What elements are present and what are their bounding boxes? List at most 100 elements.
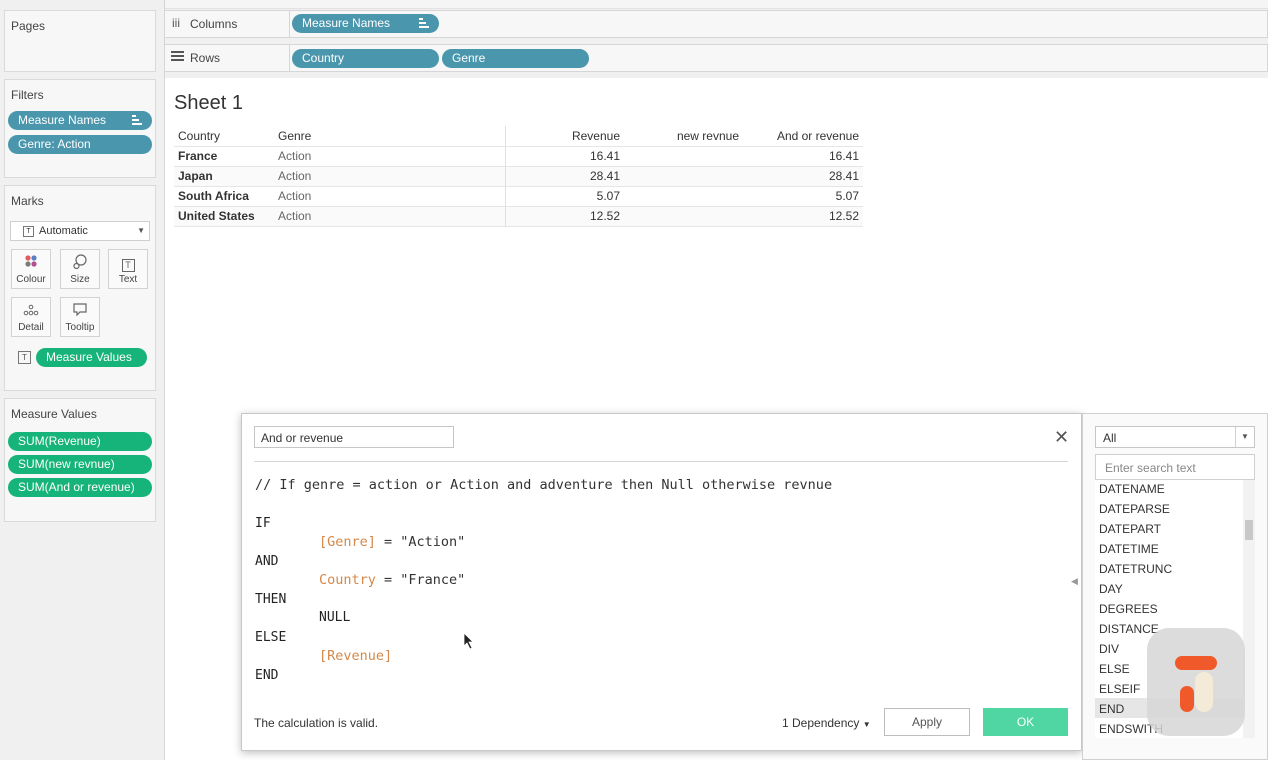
scrollbar-thumb[interactable] bbox=[1245, 520, 1253, 540]
function-item[interactable]: ELSEIF bbox=[1099, 682, 1140, 696]
cell-and-or-revenue[interactable]: 12.52 bbox=[743, 205, 863, 227]
filters-title: Filters bbox=[11, 88, 44, 102]
field-genre: [Genre] bbox=[319, 534, 376, 550]
header-and-or-revenue[interactable]: And or revenue bbox=[743, 126, 863, 146]
null-value: NULL bbox=[319, 610, 351, 625]
cell-country[interactable]: United States bbox=[174, 205, 274, 227]
cell-genre[interactable]: Action bbox=[274, 185, 505, 206]
rows-pill-label: Genre bbox=[452, 51, 486, 65]
size-button[interactable]: Size bbox=[60, 249, 100, 289]
rows-pill-genre[interactable]: Genre bbox=[442, 49, 589, 68]
marks-measure-values-pill[interactable]: Measure Values bbox=[36, 348, 147, 367]
function-search-input[interactable]: Enter search text bbox=[1095, 454, 1255, 480]
left-panel: Pages Filters Measure Names Genre: Actio… bbox=[0, 0, 165, 760]
collapse-arrow-icon[interactable]: ◀ bbox=[1071, 576, 1078, 587]
cell-revenue[interactable]: 12.52 bbox=[504, 205, 624, 227]
function-category-select[interactable]: All ▼ bbox=[1095, 426, 1255, 448]
function-item[interactable]: DATEPARSE bbox=[1099, 502, 1170, 516]
cell-country[interactable]: South Africa bbox=[174, 185, 274, 206]
marks-card: Marks T Automatic ▼ Colour Size T Text D… bbox=[4, 185, 156, 391]
function-item[interactable]: DATENAME bbox=[1099, 482, 1165, 496]
chevron-down-icon: ▼ bbox=[1235, 427, 1254, 447]
close-icon[interactable]: ✕ bbox=[1054, 428, 1069, 446]
tooltip-button[interactable]: Tooltip bbox=[60, 297, 100, 337]
ok-button[interactable]: OK bbox=[983, 708, 1068, 736]
rows-icon bbox=[171, 51, 184, 61]
keyword-then: THEN bbox=[255, 592, 287, 607]
function-item[interactable]: DATEPART bbox=[1099, 522, 1161, 536]
cell-genre[interactable]: Action bbox=[274, 145, 505, 166]
measure-pill-new-revnue[interactable]: SUM(new revnue) bbox=[8, 455, 152, 474]
function-item-end[interactable]: END bbox=[1099, 702, 1124, 716]
rows-label: Rows bbox=[190, 51, 221, 65]
cell-genre[interactable]: Action bbox=[274, 205, 505, 227]
calculation-name-input[interactable]: And or revenue bbox=[254, 426, 454, 448]
validation-status: The calculation is valid. bbox=[254, 716, 379, 730]
cell-revenue[interactable]: 5.07 bbox=[504, 185, 624, 206]
header-genre[interactable]: Genre bbox=[274, 126, 505, 146]
header-new-revnue[interactable]: new revnue bbox=[624, 126, 743, 146]
measure-pill-and-or-revenue[interactable]: SUM(And or revenue) bbox=[8, 478, 152, 497]
function-item[interactable]: DAY bbox=[1099, 582, 1123, 596]
header-country[interactable]: Country bbox=[174, 126, 274, 146]
formula-line-country: Country = "France" bbox=[319, 572, 465, 588]
top-tab-strip bbox=[0, 0, 1268, 9]
detail-icon bbox=[12, 302, 50, 322]
function-item[interactable]: DATETRUNC bbox=[1099, 562, 1172, 576]
keyword-and: AND bbox=[255, 554, 279, 569]
cell-country[interactable]: Japan bbox=[174, 165, 274, 186]
text-icon: T bbox=[109, 254, 147, 274]
colour-button[interactable]: Colour bbox=[11, 249, 51, 289]
formula-comment: // If genre = action or Action and adven… bbox=[255, 477, 833, 493]
cell-country[interactable]: France bbox=[174, 145, 274, 166]
cell-new-revnue[interactable] bbox=[624, 185, 743, 206]
function-item[interactable]: DIV bbox=[1099, 642, 1119, 656]
columns-shelf[interactable]: iii Columns Measure Names bbox=[164, 10, 1268, 38]
text-encoding-icon: T bbox=[18, 351, 31, 364]
pages-card: Pages bbox=[4, 10, 156, 72]
mark-type-label: Automatic bbox=[39, 225, 88, 237]
tooltip-label: Tooltip bbox=[65, 322, 95, 333]
shelf-divider bbox=[289, 45, 290, 71]
text-button[interactable]: T Text bbox=[108, 249, 148, 289]
cell-revenue[interactable]: 28.41 bbox=[504, 165, 624, 186]
detail-button[interactable]: Detail bbox=[11, 297, 51, 337]
columns-label: Columns bbox=[190, 17, 238, 31]
function-item[interactable]: DEGREES bbox=[1099, 602, 1158, 616]
filter-pill-measure-names[interactable]: Measure Names bbox=[8, 111, 152, 130]
rows-shelf[interactable]: Rows Country Genre bbox=[164, 44, 1268, 72]
cell-revenue[interactable]: 16.41 bbox=[504, 145, 624, 166]
dependency-dropdown[interactable]: 1 Dependency ▼ bbox=[782, 716, 871, 730]
cell-genre[interactable]: Action bbox=[274, 165, 505, 186]
cell-and-or-revenue[interactable]: 16.41 bbox=[743, 145, 863, 166]
cell-new-revnue[interactable] bbox=[624, 165, 743, 186]
cell-and-or-revenue[interactable]: 5.07 bbox=[743, 185, 863, 206]
columns-pill-measure-names[interactable]: Measure Names bbox=[292, 14, 439, 33]
colour-icon bbox=[12, 254, 50, 274]
function-item[interactable]: DATETIME bbox=[1099, 542, 1159, 556]
cell-and-or-revenue[interactable]: 28.41 bbox=[743, 165, 863, 186]
measure-pill-label: SUM(new revnue) bbox=[18, 457, 115, 471]
header-revenue[interactable]: Revenue bbox=[504, 126, 624, 146]
columns-pill-label: Measure Names bbox=[302, 16, 391, 30]
table-row: United States Action 12.52 12.52 bbox=[174, 205, 863, 227]
measure-values-title: Measure Values bbox=[11, 407, 97, 421]
logo-bar bbox=[1175, 656, 1217, 670]
cell-new-revnue[interactable] bbox=[624, 205, 743, 227]
watermark-logo bbox=[1147, 628, 1245, 736]
colour-label: Colour bbox=[16, 274, 46, 285]
keyword-if: IF bbox=[255, 516, 271, 531]
measure-pill-revenue[interactable]: SUM(Revenue) bbox=[8, 432, 152, 451]
filter-pill-label: Genre: Action bbox=[18, 137, 91, 151]
apply-button[interactable]: Apply bbox=[884, 708, 970, 736]
filter-pill-genre[interactable]: Genre: Action bbox=[8, 135, 152, 154]
rows-pill-country[interactable]: Country bbox=[292, 49, 439, 68]
measure-pill-label: SUM(And or revenue) bbox=[18, 480, 135, 494]
function-item[interactable]: DISTANCE bbox=[1099, 622, 1159, 636]
mark-type-select[interactable]: T Automatic ▼ bbox=[10, 221, 150, 241]
cell-new-revnue[interactable] bbox=[624, 145, 743, 166]
formula-editor[interactable]: // If genre = action or Action and adven… bbox=[242, 462, 1070, 694]
function-item[interactable]: ELSE bbox=[1099, 662, 1130, 676]
keyword-end: END bbox=[255, 668, 279, 683]
pages-title: Pages bbox=[11, 19, 46, 33]
